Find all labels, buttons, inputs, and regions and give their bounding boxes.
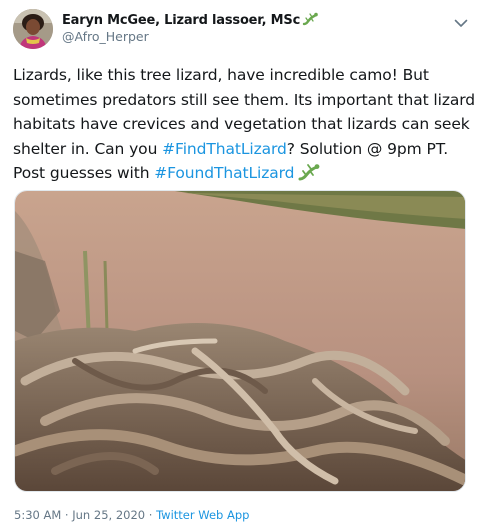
- tweet-time[interactable]: 5:30 AM: [14, 508, 61, 522]
- tweet-source-link[interactable]: Twitter Web App: [156, 508, 249, 522]
- meta-separator: ·: [145, 508, 157, 522]
- tweet-card: Earyn McGee, Lizard lassoer, MSc @Afro_H…: [0, 0, 481, 528]
- author-name-row[interactable]: Earyn McGee, Lizard lassoer, MSc: [62, 11, 318, 30]
- lizard-icon: [298, 163, 320, 189]
- tweet-text: Lizards, like this tree lizard, have inc…: [13, 63, 475, 189]
- meta-separator: ·: [61, 508, 73, 522]
- hashtag-foundthatlizard[interactable]: #FoundThatLizard: [154, 164, 294, 182]
- author-name[interactable]: Earyn McGee, Lizard lassoer, MSc: [62, 13, 300, 28]
- tweet-meta: 5:30 AM · Jun 25, 2020 · Twitter Web App: [14, 508, 249, 522]
- tweet-date[interactable]: Jun 25, 2020: [72, 508, 145, 522]
- author-handle[interactable]: @Afro_Herper: [62, 29, 149, 44]
- tweet-photo[interactable]: [14, 190, 466, 492]
- chevron-down-icon[interactable]: [450, 12, 472, 34]
- avatar[interactable]: [13, 9, 53, 49]
- lizard-icon: [302, 11, 318, 30]
- hashtag-findthatlizard[interactable]: #FindThatLizard: [162, 140, 287, 158]
